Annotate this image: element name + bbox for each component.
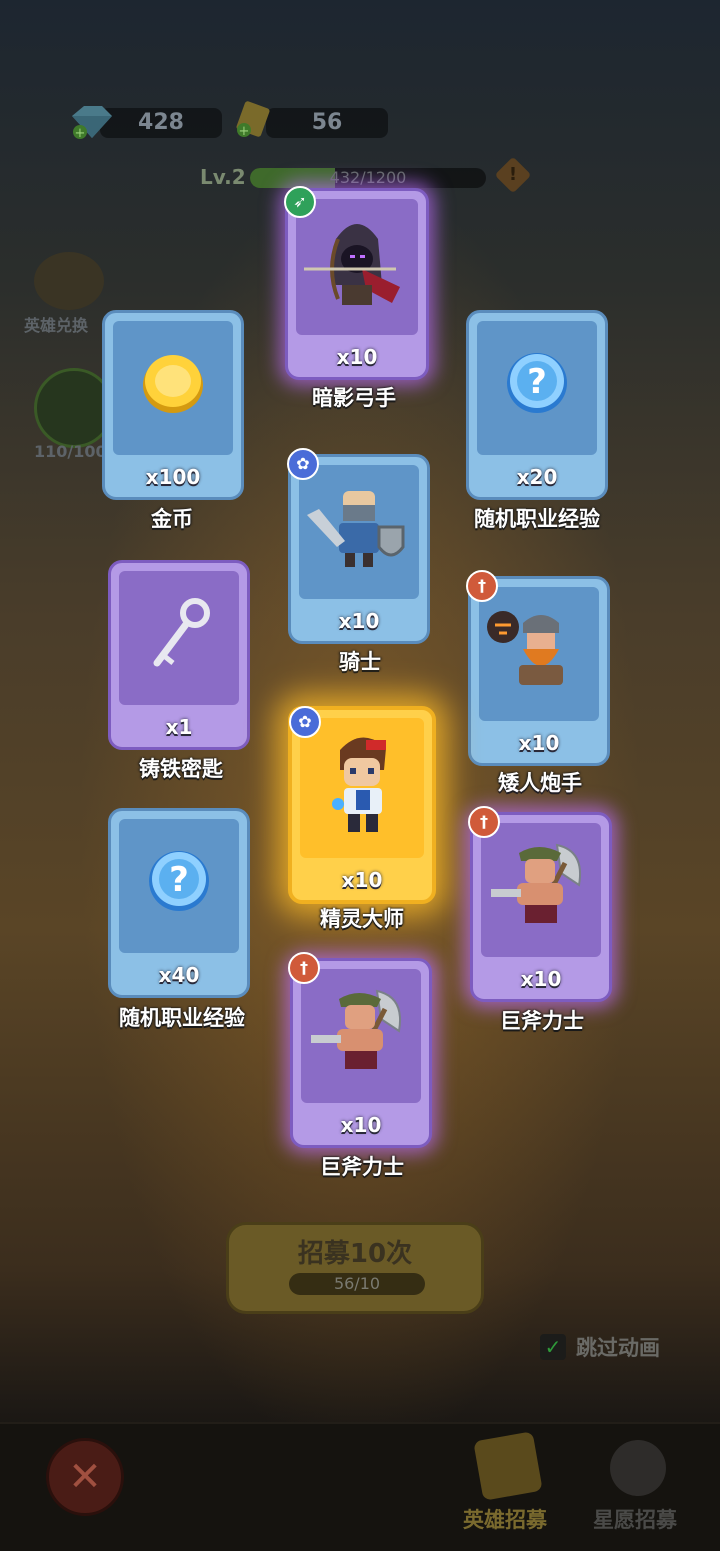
- iron-key-icon: [153, 598, 210, 667]
- gem-count: 428: [138, 110, 184, 135]
- elf-master-portrait: [332, 737, 386, 832]
- star-recruit-icon: [610, 1440, 666, 1496]
- reward-qty: x10: [520, 967, 562, 991]
- bottom-nav: ✕ 英雄招募 星愿招募: [0, 1422, 720, 1551]
- skip-animation-label: 跳过动画: [576, 1336, 660, 1360]
- skip-animation-checkbox[interactable]: ✓: [540, 1334, 566, 1360]
- reward-label: 矮人炮手: [498, 771, 582, 795]
- reward-label: 精灵大师: [320, 907, 404, 931]
- ticket-count: 56: [311, 110, 343, 135]
- card-art-frame: ?: [119, 819, 239, 953]
- player-level: Lv.2: [200, 165, 246, 189]
- reward-card-iron-key[interactable]: x1: [108, 560, 250, 750]
- reward-qty: x10: [340, 1113, 382, 1137]
- svg-text:+: +: [239, 124, 250, 139]
- recruit-title: 招募10次: [297, 1239, 413, 1269]
- bow-class-icon: ➶: [284, 186, 316, 218]
- hero-exchange-label: 英雄兑换: [24, 316, 89, 335]
- nav-star-recruit[interactable]: 星愿招募: [580, 1504, 690, 1534]
- reward-qty: x10: [341, 868, 383, 892]
- close-icon[interactable]: ✕: [46, 1438, 124, 1516]
- reward-qty: x10: [338, 609, 380, 633]
- paw-class-icon: ✿: [289, 706, 321, 738]
- gem-icon: +: [72, 106, 112, 140]
- knight-portrait: [307, 491, 405, 567]
- reward-qty: x1: [165, 715, 193, 739]
- axe-warrior-portrait: [311, 989, 401, 1069]
- gold-coin-icon: [143, 355, 203, 413]
- card-art-frame: [300, 718, 424, 858]
- paw-class-icon: ✿: [287, 448, 319, 480]
- reward-card-random-exp[interactable]: ? x40: [108, 808, 250, 998]
- reward-label: 铸铁密匙: [139, 757, 223, 781]
- ticket-counter: 56: [266, 108, 388, 138]
- card-art-frame: [481, 823, 601, 957]
- reward-card-dwarf-gunner[interactable]: x10: [468, 576, 610, 766]
- reward-label: 巨斧力士: [320, 1155, 404, 1179]
- svg-text:?: ?: [169, 860, 189, 900]
- sword-class-icon: †: [468, 806, 500, 838]
- reward-qty: x20: [516, 465, 558, 489]
- card-art-frame: ?: [477, 321, 597, 455]
- reward-qty: x10: [518, 731, 560, 755]
- card-art-frame: [119, 571, 239, 705]
- question-orb-icon: ?: [507, 353, 567, 413]
- gem-counter: 428: [100, 108, 222, 138]
- reward-label: 金币: [151, 507, 193, 531]
- reward-card-random-exp[interactable]: ? x20: [466, 310, 608, 500]
- reward-card-knight[interactable]: x10: [288, 454, 430, 644]
- reward-qty: x40: [158, 963, 200, 987]
- sword-class-icon: †: [288, 952, 320, 984]
- reward-qty: x100: [145, 465, 201, 489]
- reward-card-axe-warrior[interactable]: x10: [470, 812, 612, 1002]
- ticket-icon: +: [236, 101, 270, 139]
- reward-qty: x10: [336, 345, 378, 369]
- svg-text:+: +: [75, 126, 86, 140]
- reward-card-axe-warrior[interactable]: x10: [290, 958, 432, 1148]
- energy-count: 110/100: [34, 442, 107, 461]
- shadow-archer-portrait: [304, 224, 400, 305]
- sword-class-icon: †: [466, 570, 498, 602]
- card-art-frame: [479, 587, 599, 721]
- reward-label: 暗影弓手: [312, 386, 396, 410]
- alert-icon[interactable]: !: [494, 156, 532, 194]
- card-art-frame: [301, 969, 421, 1103]
- axe-warrior-portrait: [491, 843, 581, 923]
- reward-label: 随机职业经验: [119, 1006, 245, 1030]
- dwarf-gunner-portrait: [487, 611, 563, 685]
- question-orb-icon: ?: [149, 851, 209, 911]
- reward-card-gold-coin[interactable]: x100: [102, 310, 244, 500]
- card-art-frame: [299, 465, 419, 599]
- svg-text:?: ?: [527, 362, 547, 402]
- hero-recruit-icon: [473, 1431, 543, 1501]
- recruit-cost: 56/10: [289, 1273, 425, 1295]
- nav-hero-recruit[interactable]: 英雄招募: [450, 1504, 560, 1534]
- card-art-frame: [296, 199, 418, 335]
- hero-exchange-icon[interactable]: [34, 252, 104, 310]
- card-art-frame: [113, 321, 233, 455]
- reward-label: 随机职业经验: [474, 507, 600, 531]
- reward-label: 骑士: [339, 650, 381, 674]
- recruit-10-button[interactable]: 招募10次 56/10: [226, 1222, 484, 1314]
- reward-label: 巨斧力士: [500, 1009, 584, 1033]
- reward-card-shadow-archer[interactable]: x10: [285, 188, 429, 380]
- xp-text: 432/1200: [329, 168, 407, 187]
